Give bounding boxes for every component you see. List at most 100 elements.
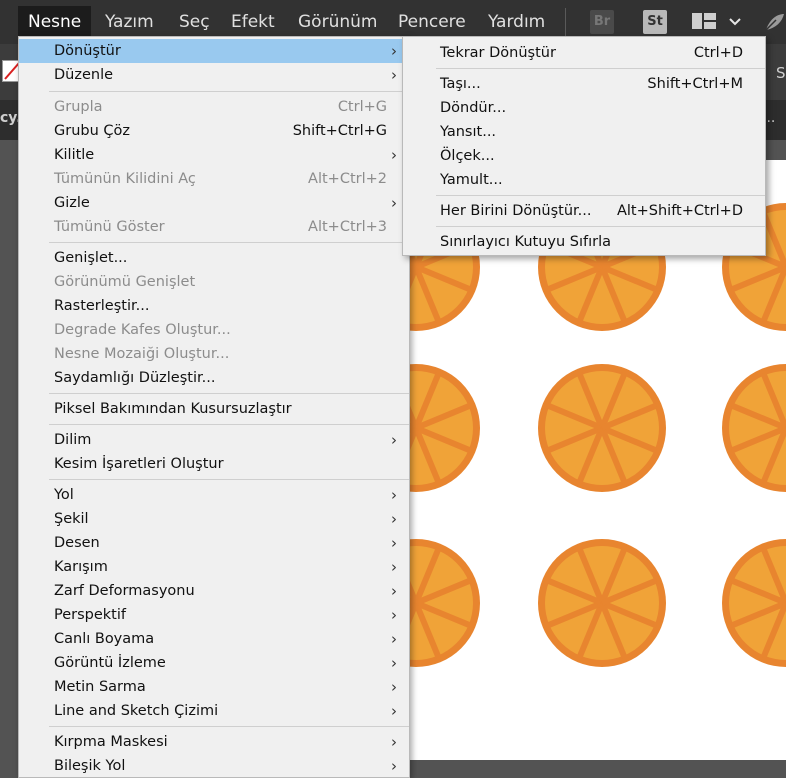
menu-item-t-m-n-n-kilidini-a[interactable]: Tümünün Kilidini Aç Alt+Ctrl+2 — [19, 167, 409, 191]
menu-item-g-r-n-m-geni-let[interactable]: Görünümü Genişlet — [19, 270, 409, 294]
menu-item-metin-sarma[interactable]: Metin Sarma › — [19, 675, 409, 699]
chevron-right-icon: › — [391, 42, 397, 60]
menu-item-zarf-deformasyonu[interactable]: Zarf Deformasyonu › — [19, 579, 409, 603]
menu-item-gizle[interactable]: Gizle › — [19, 191, 409, 215]
nesne-menu: Dönüştür › Düzenle › Grupla Ctrl+G Grubu Çöz Sh… — [18, 36, 410, 778]
stock-icon[interactable]: St — [643, 10, 667, 34]
chevron-right-icon: › — [391, 486, 397, 504]
menu-separator — [49, 242, 409, 243]
submenu-separator — [436, 68, 765, 69]
submenu-item-l-ek[interactable]: Ölçek... — [403, 144, 765, 168]
submenu-item-label: Tekrar Dönüştür — [440, 45, 556, 61]
menu-item-nesne-mozai-i-olu-tur[interactable]: Nesne Mozaiği Oluştur... — [19, 342, 409, 366]
menu-item-piksel-bak-m-ndan-kusursuzla-t-r[interactable]: Piksel Bakımından Kusursuzlaştır — [19, 397, 409, 421]
menu-item-label: Dönüştür — [54, 43, 121, 59]
chevron-right-icon: › — [391, 146, 397, 164]
menu-item-perspektif[interactable]: Perspektif › — [19, 603, 409, 627]
chevron-right-icon: › — [391, 66, 397, 84]
menu-sec[interactable]: Seç — [169, 6, 220, 38]
chevron-right-icon: › — [391, 733, 397, 751]
bridge-icon[interactable]: Br — [590, 10, 614, 34]
menu-item-degrade-kafes-olu-tur[interactable]: Degrade Kafes Oluştur... — [19, 318, 409, 342]
menu-item-label: Dilim — [54, 432, 92, 448]
donustur-submenu: Tekrar Dönüştür Ctrl+D Taşı... Shift+Ctrl+M… — [402, 36, 766, 256]
menu-item-ekil[interactable]: Şekil › — [19, 507, 409, 531]
menu-item-label: Grupla — [54, 99, 103, 115]
submenu-item-label: Döndür... — [440, 100, 507, 116]
menu-item-bile-ik-yol[interactable]: Bileşik Yol › — [19, 754, 409, 778]
chevron-right-icon: › — [391, 431, 397, 449]
menu-item-kilitle[interactable]: Kilitle › — [19, 143, 409, 167]
menu-item-label: Bileşik Yol — [54, 758, 126, 774]
orange-slice — [538, 364, 666, 492]
menu-item-label: Şekil — [54, 511, 89, 527]
menu-item-label: Kilitle — [54, 147, 95, 163]
options-label-fragment: S — [776, 64, 786, 82]
menu-item-label: Grubu Çöz — [54, 123, 130, 139]
menu-separator — [49, 726, 409, 727]
menu-item-geni-let[interactable]: Genişlet... — [19, 246, 409, 270]
submenu-item-her-birini-d-n-t-r[interactable]: Her Birini Dönüştür... Alt+Shift+Ctrl+D — [403, 199, 765, 223]
orange-slice — [538, 539, 666, 667]
chevron-right-icon: › — [391, 606, 397, 624]
chevron-right-icon: › — [391, 702, 397, 720]
menubar-divider — [565, 8, 566, 36]
chevron-right-icon: › — [391, 534, 397, 552]
menu-item-grubu-z[interactable]: Grubu Çöz Shift+Ctrl+G — [19, 119, 409, 143]
menu-item-dilim[interactable]: Dilim › — [19, 428, 409, 452]
submenu-item-s-n-rlay-c-kutuyu-s-f-rla[interactable]: Sınırlayıcı Kutuyu Sıfırla — [403, 230, 765, 254]
submenu-item-ta[interactable]: Taşı... Shift+Ctrl+M — [403, 72, 765, 96]
menu-item-grupla[interactable]: Grupla Ctrl+G — [19, 95, 409, 119]
submenu-item-d-nd-r[interactable]: Döndür... — [403, 96, 765, 120]
menu-item-g-r-nt-i-zleme[interactable]: Görüntü İzleme › — [19, 651, 409, 675]
submenu-item-yans-t[interactable]: Yansıt... — [403, 120, 765, 144]
menu-item-label: Görünümü Genişlet — [54, 274, 196, 290]
menu-item-line-and-sketch-izimi[interactable]: Line and Sketch Çizimi › — [19, 699, 409, 723]
menu-gorunum[interactable]: Görünüm — [288, 6, 387, 38]
feather-icon[interactable] — [760, 10, 786, 34]
menu-item-shortcut: Shift+Ctrl+G — [292, 123, 387, 139]
menu-item-d-n-t-r[interactable]: Dönüştür › — [19, 39, 409, 63]
menu-item-shortcut: Alt+Ctrl+2 — [308, 171, 387, 187]
submenu-item-yamult[interactable]: Yamult... — [403, 168, 765, 192]
menu-yazim[interactable]: Yazım — [95, 6, 164, 38]
submenu-item-tekrar-d-n-t-r[interactable]: Tekrar Dönüştür Ctrl+D — [403, 41, 765, 65]
submenu-item-label: Ölçek... — [440, 148, 495, 164]
menu-item-label: Gizle — [54, 195, 90, 211]
menu-nesne[interactable]: Nesne — [18, 6, 92, 38]
menu-item-label: Piksel Bakımından Kusursuzlaştır — [54, 401, 292, 417]
menu-item-label: Saydamlığı Düzleştir... — [54, 370, 216, 386]
menu-item-yol[interactable]: Yol › — [19, 483, 409, 507]
menu-separator — [49, 479, 409, 480]
menu-item-kesim-i-aretleri-olu-tur[interactable]: Kesim İşaretleri Oluştur — [19, 452, 409, 476]
menu-item-rasterle-tir[interactable]: Rasterleştir... — [19, 294, 409, 318]
workspace-switcher-icon[interactable] — [690, 10, 744, 34]
submenu-item-shortcut: Shift+Ctrl+M — [647, 76, 743, 92]
submenu-item-label: Taşı... — [440, 76, 481, 92]
menu-item-saydaml-d-zle-tir[interactable]: Saydamlığı Düzleştir... — [19, 366, 409, 390]
menu-pencere[interactable]: Pencere — [388, 6, 476, 38]
chevron-right-icon: › — [391, 678, 397, 696]
orange-slice — [722, 364, 786, 492]
submenu-item-label: Her Birini Dönüştür... — [440, 203, 592, 219]
submenu-item-shortcut: Alt+Shift+Ctrl+D — [616, 203, 743, 219]
menu-item-label: Tümünü Göster — [54, 219, 165, 235]
menu-item-t-m-n-g-ster[interactable]: Tümünü Göster Alt+Ctrl+3 — [19, 215, 409, 239]
menu-efekt[interactable]: Efekt — [221, 6, 285, 38]
menu-item-shortcut: Ctrl+G — [337, 99, 387, 115]
menu-item-label: Düzenle — [54, 67, 114, 83]
menu-item-label: Genişlet... — [54, 250, 128, 266]
menu-yardim[interactable]: Yardım — [478, 6, 555, 38]
menu-item-label: Degrade Kafes Oluştur... — [54, 322, 231, 338]
menu-item-k-rpma-maskesi[interactable]: Kırpma Maskesi › — [19, 730, 409, 754]
menu-item-label: Metin Sarma — [54, 679, 146, 695]
menu-item-label: Rasterleştir... — [54, 298, 150, 314]
menu-item-canl-boyama[interactable]: Canlı Boyama › — [19, 627, 409, 651]
menu-item-label: Nesne Mozaiği Oluştur... — [54, 346, 230, 362]
menu-item-label: Karışım — [54, 559, 108, 575]
menu-item-label: Yol — [54, 487, 74, 503]
menu-item-kar-m[interactable]: Karışım › — [19, 555, 409, 579]
menu-item-d-zenle[interactable]: Düzenle › — [19, 63, 409, 87]
menu-item-desen[interactable]: Desen › — [19, 531, 409, 555]
menu-separator — [49, 424, 409, 425]
